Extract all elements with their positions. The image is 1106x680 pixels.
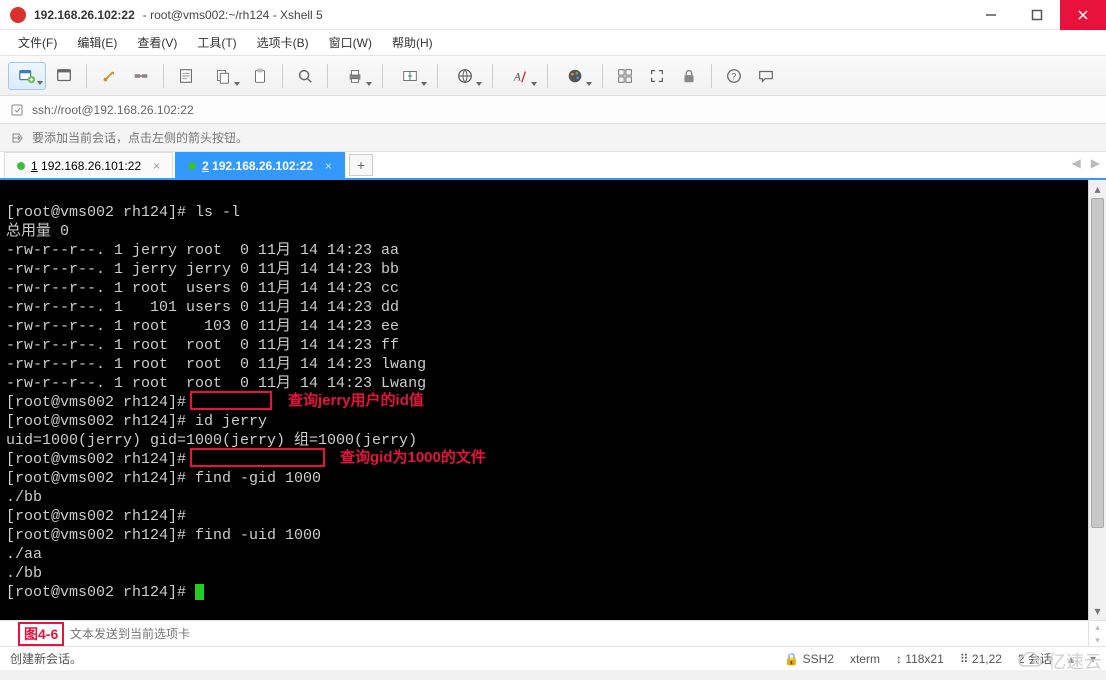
- status-dot-icon: [17, 162, 25, 170]
- status-bar: 创建新会话。 🔒 SSH2 xterm ↕ 118x21 ⠿ 21,22 2 会…: [0, 646, 1106, 670]
- toolbar-separator: [492, 64, 493, 88]
- figure-label: 图4-6: [18, 622, 64, 646]
- session-tab-1[interactable]: 1 192.168.26.101:22 ×: [4, 152, 173, 178]
- chevron-down-icon: [234, 82, 240, 86]
- svg-text:A: A: [513, 70, 522, 83]
- sessions-up-icon[interactable]: ▴: [1068, 652, 1074, 666]
- window-title: 192.168.26.102:22: [34, 8, 135, 22]
- toolbar-separator: [163, 64, 164, 88]
- chevron-down-icon: [586, 82, 592, 86]
- send-text-input[interactable]: [0, 622, 1088, 646]
- menu-tabs[interactable]: 选项卡(B): [249, 31, 317, 54]
- help-button[interactable]: ?: [720, 62, 748, 90]
- web-button[interactable]: [446, 62, 484, 90]
- terminal-container: [root@vms002 rh124]# ls -l 总用量 0 -rw-r--…: [0, 180, 1106, 620]
- scroll-up-icon[interactable]: ▴: [1089, 180, 1106, 198]
- menu-tools[interactable]: 工具(T): [189, 31, 244, 54]
- toolbar-separator: [86, 64, 87, 88]
- annotation-label-2: 查询gid为1000的文件: [340, 448, 486, 467]
- toolbar-separator: [711, 64, 712, 88]
- toolbar: A ?: [0, 56, 1106, 96]
- status-sessions: 2 会话: [1018, 650, 1052, 667]
- open-session-button[interactable]: [50, 62, 78, 90]
- hint-text: 要添加当前会话，点击左侧的箭头按钮。: [32, 129, 248, 146]
- chevron-down-icon: [37, 81, 43, 85]
- sessions-down-icon[interactable]: ▾: [1090, 652, 1096, 666]
- hint-bar: 要添加当前会话，点击左侧的箭头按钮。: [0, 124, 1106, 152]
- color-scheme-button[interactable]: [556, 62, 594, 90]
- session-tab-2[interactable]: 2 192.168.26.102:22 ×: [175, 152, 345, 178]
- status-size: ↕ 118x21: [896, 652, 944, 666]
- scroll-thumb[interactable]: [1091, 198, 1104, 528]
- toolbar-separator: [282, 64, 283, 88]
- menu-help[interactable]: 帮助(H): [384, 31, 441, 54]
- compose-bar: 图4-6 ▴▾: [0, 620, 1106, 646]
- address-bar: ssh://root@192.168.26.102:22: [0, 96, 1106, 124]
- address-text[interactable]: ssh://root@192.168.26.102:22: [32, 103, 194, 117]
- add-tab-button[interactable]: +: [349, 154, 373, 176]
- tab-strip: 1 192.168.26.101:22 × 2 192.168.26.102:2…: [0, 152, 1106, 180]
- disconnect-button[interactable]: [127, 62, 155, 90]
- maximize-button[interactable]: [1014, 0, 1060, 30]
- svg-text:?: ?: [731, 71, 736, 81]
- toolbar-separator: [382, 64, 383, 88]
- minimize-button[interactable]: [968, 0, 1014, 30]
- status-pos: ⠿ 21,22: [960, 652, 1002, 666]
- annotation-box-id-jerry: [190, 391, 272, 410]
- scroll-down-icon[interactable]: ▾: [1089, 602, 1106, 620]
- paste-button[interactable]: [246, 62, 274, 90]
- status-left: 创建新会话。: [10, 650, 82, 667]
- menu-file[interactable]: 文件(F): [10, 31, 65, 54]
- chevron-down-icon: [421, 82, 427, 86]
- tab-label: 1 192.168.26.101:22: [31, 159, 141, 173]
- chevron-down-icon: [366, 82, 372, 86]
- menu-window[interactable]: 窗口(W): [321, 31, 380, 54]
- fullscreen-button[interactable]: [643, 62, 671, 90]
- toolbar-separator: [327, 64, 328, 88]
- copy-button[interactable]: [204, 62, 242, 90]
- file-transfer-button[interactable]: [391, 62, 429, 90]
- menubar: 文件(F) 编辑(E) 查看(V) 工具(T) 选项卡(B) 窗口(W) 帮助(…: [0, 30, 1106, 56]
- close-button[interactable]: [1060, 0, 1106, 30]
- menu-view[interactable]: 查看(V): [129, 31, 185, 54]
- reconnect-button[interactable]: [95, 62, 123, 90]
- tab-close-icon[interactable]: ×: [153, 159, 160, 173]
- new-session-button[interactable]: [8, 62, 46, 90]
- link-icon: [10, 103, 24, 117]
- annotation-box-find-gid: [190, 448, 325, 467]
- terminal-scrollbar[interactable]: ▴ ▾: [1088, 180, 1106, 620]
- menu-edit[interactable]: 编辑(E): [69, 31, 125, 54]
- print-button[interactable]: [336, 62, 374, 90]
- find-button[interactable]: [291, 62, 319, 90]
- terminal-cursor: [195, 584, 204, 600]
- toolbar-separator: [437, 64, 438, 88]
- status-ssh: 🔒 SSH2: [784, 652, 834, 666]
- terminal-output[interactable]: [root@vms002 rh124]# ls -l 总用量 0 -rw-r--…: [0, 180, 1088, 620]
- font-button[interactable]: A: [501, 62, 539, 90]
- chevron-down-icon: [476, 82, 482, 86]
- chevron-down-icon: [531, 82, 537, 86]
- window-subtitle: - root@vms002:~/rh124 - Xshell 5: [143, 8, 323, 22]
- feedback-button[interactable]: [752, 62, 780, 90]
- status-term: xterm: [850, 652, 880, 666]
- lock-button[interactable]: [675, 62, 703, 90]
- tab-close-icon[interactable]: ×: [325, 159, 332, 173]
- titlebar: 192.168.26.102:22 - root@vms002:~/rh124 …: [0, 0, 1106, 30]
- status-dot-icon: [188, 162, 196, 170]
- toolbar-separator: [547, 64, 548, 88]
- add-session-hint-icon[interactable]: [10, 131, 24, 145]
- session-manager-button[interactable]: [611, 62, 639, 90]
- tab-nav-arrows[interactable]: ◀ ▶: [1072, 156, 1100, 170]
- toolbar-separator: [602, 64, 603, 88]
- properties-button[interactable]: [172, 62, 200, 90]
- compose-scroll[interactable]: ▴▾: [1088, 622, 1106, 646]
- app-icon: [10, 7, 26, 23]
- annotation-label-1: 查询jerry用户的id值: [288, 391, 424, 410]
- tab-label: 2 192.168.26.102:22: [202, 159, 313, 173]
